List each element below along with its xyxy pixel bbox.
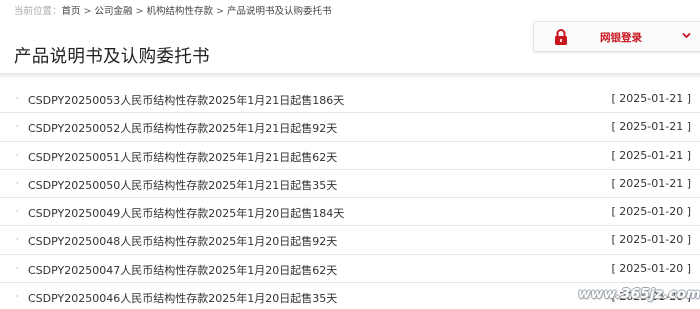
bullet: · bbox=[16, 178, 19, 188]
breadcrumb-label: 当前位置： bbox=[14, 6, 62, 17]
list-item-date: [ 2025-01-21 ] bbox=[611, 92, 691, 105]
list-item-link[interactable]: CSDPY20250050人民币结构性存款2025年1月21日起售35天 bbox=[28, 177, 337, 193]
list-item-link[interactable]: CSDPY20250051人民币结构性存款2025年1月21日起售62天 bbox=[28, 149, 337, 165]
list-item: · CSDPY20250048人民币结构性存款2025年1月20日起售92天 [… bbox=[0, 226, 700, 255]
list-item: · CSDPY20250049人民币结构性存款2025年1月20日起售184天 … bbox=[0, 198, 700, 227]
list-item-link[interactable]: CSDPY20250049人民币结构性存款2025年1月20日起售184天 bbox=[28, 205, 344, 221]
list-item-link[interactable]: CSDPY20250053人民币结构性存款2025年1月21日起售186天 bbox=[28, 92, 344, 108]
bullet: · bbox=[16, 122, 19, 132]
list-item-date: [ 2025-01-21 ] bbox=[611, 176, 691, 190]
breadcrumb: 当前位置：首页 > 公司金融 > 机构结构性存款 > 产品说明书及认购委托书 bbox=[14, 3, 331, 17]
breadcrumb-separator: > bbox=[216, 6, 224, 17]
list-item: · CSDPY20250050人民币结构性存款2025年1月21日起售35天 [… bbox=[0, 170, 700, 199]
list-item-link[interactable]: CSDPY20250047人民币结构性存款2025年1月20日起售62天 bbox=[28, 262, 337, 278]
document-list: · CSDPY20250053人民币结构性存款2025年1月21日起售186天 … bbox=[0, 85, 700, 309]
list-item-date: [ 2025-01-21 ] bbox=[611, 120, 691, 134]
online-banking-login-button[interactable]: 网银登录 bbox=[533, 21, 700, 52]
list-item-date: [ 2025-01-20 ] bbox=[611, 261, 691, 275]
bullet: · bbox=[16, 207, 19, 217]
list-item: · CSDPY20250053人民币结构性存款2025年1月21日起售186天 … bbox=[0, 85, 700, 114]
chevron-down-icon bbox=[682, 32, 691, 39]
list-item-date: [ 2025-01-20 ] bbox=[611, 233, 691, 247]
lock-icon bbox=[555, 29, 567, 45]
page-title: 产品说明书及认购委托书 bbox=[14, 47, 210, 67]
list-item-date: [ 2025-01-20 ] bbox=[611, 205, 691, 219]
list-item-link[interactable]: CSDPY20250048人民币结构性存款2025年1月20日起售92天 bbox=[28, 233, 337, 249]
breadcrumb-item-corporate-finance[interactable]: 公司金融 bbox=[95, 6, 133, 17]
bullet: · bbox=[16, 292, 19, 302]
breadcrumb-item-home[interactable]: 首页 bbox=[62, 6, 81, 17]
breadcrumb-separator: > bbox=[83, 6, 92, 17]
list-item-link[interactable]: CSDPY20250052人民币结构性存款2025年1月21日起售92天 bbox=[28, 120, 337, 136]
bullet: · bbox=[16, 235, 19, 245]
list-item-link[interactable]: CSDPY20250046人民币结构性存款2025年1月20日起售35天 bbox=[28, 290, 337, 306]
bullet: · bbox=[16, 94, 19, 103]
header-divider bbox=[0, 73, 700, 79]
list-item: · CSDPY20250047人民币结构性存款2025年1月20日起售62天 [… bbox=[0, 255, 700, 284]
breadcrumb-item-current: 产品说明书及认购委托书 bbox=[226, 6, 332, 17]
bullet: · bbox=[16, 150, 19, 160]
list-item-date: [ 2025-01-21 ] bbox=[611, 148, 691, 162]
list-item: · CSDPY20250052人民币结构性存款2025年1月21日起售92天 [… bbox=[0, 113, 700, 142]
list-item: · CSDPY20250051人民币结构性存款2025年1月21日起售62天 [… bbox=[0, 142, 700, 170]
breadcrumb-item-structured-deposits[interactable]: 机构结构性存款 bbox=[146, 6, 213, 17]
login-label: 网银登录 bbox=[600, 32, 642, 44]
breadcrumb-separator: > bbox=[135, 6, 144, 17]
site-watermark: www.365jz.com bbox=[578, 286, 700, 302]
bullet: · bbox=[16, 263, 19, 273]
